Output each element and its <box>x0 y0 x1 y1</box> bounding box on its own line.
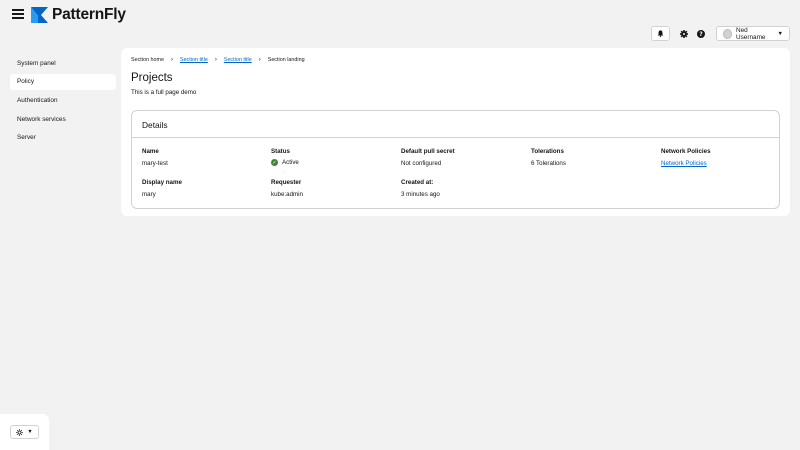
created-at-value: 3 minutes ago <box>401 191 440 198</box>
user-name: Ned Username <box>735 26 766 41</box>
sidebar-item-policy[interactable]: Policy <box>10 73 116 90</box>
page-description: This is a full page demo <box>131 89 197 96</box>
brand-logo[interactable]: PatternFly <box>31 6 126 24</box>
chevron-right-icon: › <box>214 57 217 63</box>
details-card: Details Name mary-test Status ✓ Active D… <box>131 110 780 209</box>
created-at-label: Created at: <box>401 179 434 186</box>
status-value: Active <box>282 159 299 166</box>
breadcrumb-current-page: Section landing <box>267 57 305 63</box>
sidebar-nav: System panel Policy Authentication Netwo… <box>10 55 116 148</box>
question-circle-icon: ? <box>697 29 705 38</box>
theme-switcher-panel: ▼ <box>0 414 49 450</box>
avatar <box>723 28 732 39</box>
status-label: Status <box>271 148 290 155</box>
user-menu-button[interactable]: Ned Username ▼ <box>716 26 790 41</box>
svg-text:?: ? <box>699 31 703 38</box>
breadcrumb-link-section-title-2[interactable]: Section title <box>224 57 252 63</box>
caret-down-icon: ▼ <box>777 30 783 37</box>
brand-name: PatternFly <box>52 6 126 23</box>
main-content: Section home › Section title › Section t… <box>121 48 790 216</box>
status-value-row: ✓ Active <box>271 159 299 166</box>
pull-secret-value: Not configured <box>401 160 442 167</box>
pull-secret-label: Default pull secret <box>401 148 455 155</box>
name-value: mary-test <box>142 160 168 167</box>
theme-switcher-button[interactable]: ▼ <box>10 425 39 439</box>
settings-button[interactable] <box>677 26 691 41</box>
check-circle-icon: ✓ <box>271 159 278 166</box>
breadcrumb: Section home › Section title › Section t… <box>131 57 305 63</box>
chevron-right-icon: › <box>170 57 173 63</box>
caret-down-icon: ▼ <box>27 429 33 435</box>
hamburger-menu-button[interactable] <box>12 9 24 19</box>
patternfly-logo-icon <box>31 6 48 23</box>
sidebar-item-authentication[interactable]: Authentication <box>10 92 116 108</box>
requester-value: kube:admin <box>271 191 303 198</box>
network-policies-link[interactable]: Network Policies <box>661 160 707 167</box>
display-name-value: mary <box>142 191 156 198</box>
requester-label: Requester <box>271 179 302 186</box>
breadcrumb-item-home[interactable]: Section home <box>131 57 164 63</box>
chevron-right-icon: › <box>258 57 261 63</box>
sidebar-item-system-panel[interactable]: System panel <box>10 55 116 71</box>
breadcrumb-link-section-title-1[interactable]: Section title <box>180 57 208 63</box>
details-card-title: Details <box>142 120 168 130</box>
sidebar-item-network-services[interactable]: Network services <box>10 111 116 127</box>
gear-icon <box>680 29 688 38</box>
tolerations-value: 6 Tolerations <box>531 160 566 167</box>
name-label: Name <box>142 148 159 155</box>
card-divider <box>132 137 779 138</box>
sun-icon <box>16 428 24 436</box>
bell-icon <box>657 30 664 37</box>
tolerations-label: Tolerations <box>531 148 564 155</box>
sidebar-item-server[interactable]: Server <box>10 130 116 146</box>
page-title: Projects <box>131 72 173 84</box>
network-policies-label: Network Policies <box>661 148 711 155</box>
help-button[interactable]: ? <box>694 26 708 41</box>
display-name-label: Display name <box>142 179 182 186</box>
notifications-button[interactable] <box>651 26 670 41</box>
